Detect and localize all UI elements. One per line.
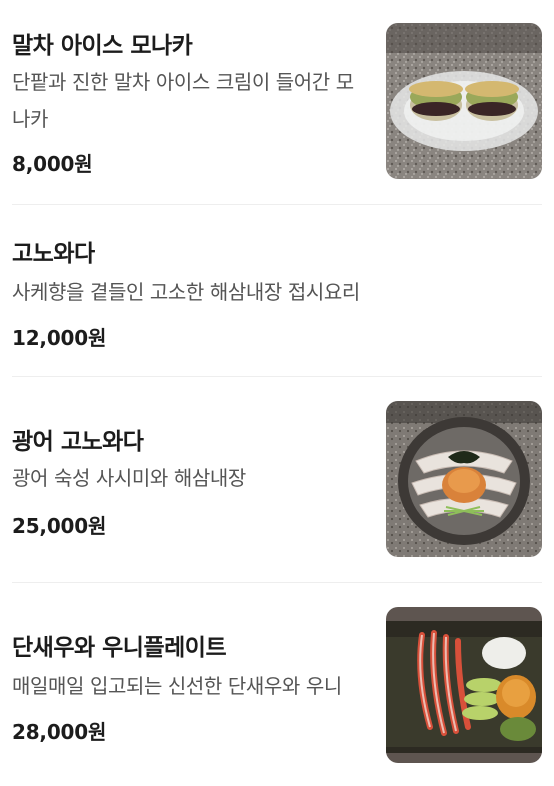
menu-item-description: 사케향을 곁들인 고소한 해삼내장 접시요리: [12, 280, 360, 304]
menu-item-name: 단새우와 우니플레이트: [12, 635, 227, 661]
flounder-konowata-image: [386, 401, 542, 557]
sweet-shrimp-uni-image: [386, 607, 542, 763]
menu-item-description: 단팥과 진한 말차 아이스 크림이 들어간 모나카: [12, 70, 354, 131]
menu-item-price: 25,000원: [12, 514, 107, 538]
menu-item-name: 광어 고노와다: [12, 429, 144, 455]
menu-item-photo[interactable]: [386, 23, 542, 179]
menu-list: 말차 아이스 모나카 단팥과 진한 말차 아이스 크림이 들어간 모나카 8,0…: [0, 0, 554, 786]
menu-item-price: 8,000원: [12, 152, 93, 176]
menu-item-price: 12,000원: [12, 326, 107, 350]
menu-item-name: 말차 아이스 모나카: [12, 33, 193, 59]
menu-item-photo[interactable]: [386, 607, 542, 763]
menu-item-description: 매일매일 입고되는 신선한 단새우와 우니: [12, 674, 342, 698]
menu-item-name: 고노와다: [12, 241, 95, 267]
menu-item[interactable]: 단새우와 우니플레이트 매일매일 입고되는 신선한 단새우와 우니 28,000…: [12, 582, 542, 786]
menu-item-photo[interactable]: [386, 401, 542, 557]
menu-item-description: 광어 숙성 사시미와 해삼내장: [12, 466, 246, 490]
menu-item[interactable]: 고노와다 사케향을 곁들인 고소한 해삼내장 접시요리 12,000원: [12, 204, 542, 377]
menu-item[interactable]: 광어 고노와다 광어 숙성 사시미와 해삼내장 25,000원: [12, 376, 542, 583]
matcha-monaka-image: [386, 23, 542, 179]
menu-item[interactable]: 말차 아이스 모나카 단팥과 진한 말차 아이스 크림이 들어간 모나카 8,0…: [12, 0, 542, 205]
menu-item-price: 28,000원: [12, 720, 107, 744]
